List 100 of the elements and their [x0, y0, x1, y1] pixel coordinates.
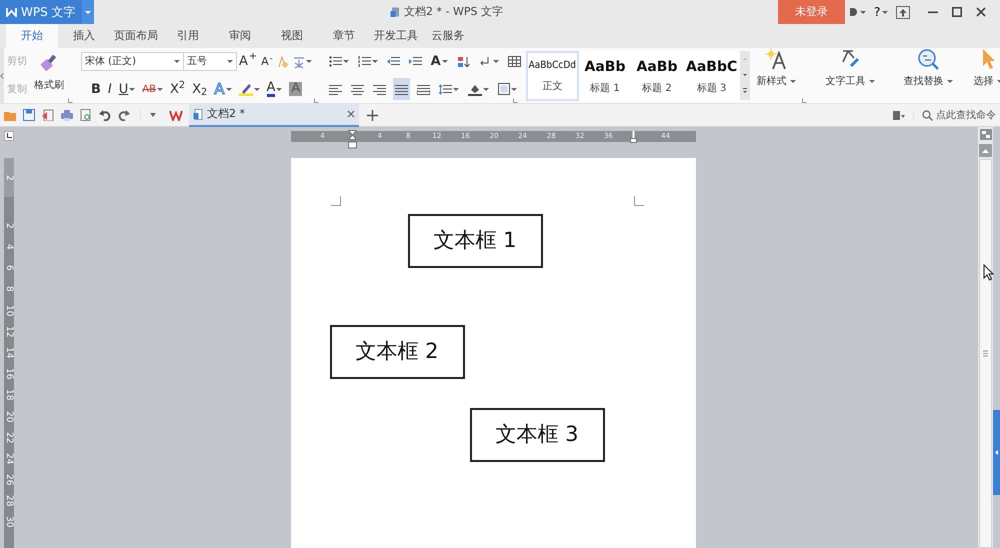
ruler-number: 20 [4, 410, 14, 424]
ribbon-button[interactable]: 查找替换 [893, 48, 964, 103]
split-view-button[interactable] [980, 129, 992, 140]
command-search-field[interactable]: 点此查找命令 [918, 108, 1000, 122]
print-preview-button[interactable] [80, 109, 92, 121]
close-icon[interactable] [347, 110, 355, 118]
ruler-number: 26 [4, 473, 14, 488]
grip-icon [983, 350, 988, 357]
font-size-field[interactable]: 五号 [184, 52, 237, 72]
eraser-icon [276, 54, 289, 69]
corner-mark [330, 196, 340, 206]
menu-tab[interactable]: 开发工具 [370, 24, 422, 48]
text-box[interactable]: 文本框 2 [330, 325, 464, 379]
indent-icon [408, 56, 422, 68]
font-size-button[interactable]: A$^{-}$ [259, 50, 275, 73]
ruler-number: 22 [4, 430, 14, 446]
ruler-number: 16 [4, 367, 14, 382]
sort-icon [456, 56, 470, 68]
ribbon-button[interactable]: 文字工具 [815, 48, 886, 103]
line-spacing-icon [438, 84, 452, 95]
ruler-number: 10 [4, 304, 14, 318]
ruler-number: 2 [4, 174, 14, 182]
export-button[interactable] [42, 109, 54, 121]
format-painter-button[interactable]: 格式刷 [30, 48, 68, 103]
undo-button[interactable] [99, 109, 111, 121]
dialog-launcher-icon [68, 98, 73, 103]
outdent-icon [386, 56, 400, 68]
menu-tab[interactable]: 审阅 [214, 24, 266, 48]
paint-bucket-icon [468, 82, 482, 96]
ribbon-button[interactable]: 选择 [963, 48, 1000, 103]
new-tab-button[interactable] [367, 110, 378, 120]
underline-button[interactable]: U [116, 78, 138, 100]
tab-stop-button[interactable] [4, 131, 14, 141]
ruler-number: 2 [4, 222, 14, 230]
ruler-number: 30 [4, 515, 14, 530]
superscript-button[interactable]: X$^{2}$ [168, 78, 188, 100]
ruler-number: 28 [4, 494, 14, 509]
ruler-number: 14 [4, 346, 14, 360]
print-preview-icon [80, 109, 92, 121]
menu-tab[interactable]: 开始 [6, 24, 58, 48]
italic-button[interactable]: I [106, 78, 114, 100]
document-tab[interactable]: 文档2 * [189, 104, 359, 126]
indent-marker-icon[interactable] [348, 130, 356, 149]
indent-marker-icon[interactable] [630, 131, 636, 143]
ribbon-button[interactable]: 新样式 [750, 48, 802, 103]
document-icon [390, 6, 400, 18]
app-menu-button[interactable]: WPS 文字 [0, 0, 82, 24]
skin-button[interactable] [849, 7, 866, 17]
menu-tab[interactable]: 引用 [162, 24, 214, 48]
align-center-icon [350, 84, 364, 95]
subscript-button[interactable]: X$_{2}$ [190, 78, 210, 100]
redo-icon [118, 109, 130, 121]
align-right-icon [372, 84, 386, 95]
menu-tab[interactable]: 云服务 [422, 24, 474, 48]
dialog-launcher-icon [512, 98, 518, 103]
undo-icon [99, 109, 111, 121]
phonetic-icon [292, 54, 305, 69]
scroll-up-button[interactable] [979, 144, 992, 157]
panel-toggle-button[interactable] [893, 110, 905, 120]
font-size-button[interactable]: A$^{+}$ [237, 50, 260, 73]
print-button[interactable] [61, 109, 73, 121]
save-button[interactable] [23, 109, 35, 121]
menu-tab[interactable]: 页面布局 [110, 24, 162, 48]
ruler-number: 12 [4, 324, 14, 340]
numbered-list-icon [358, 56, 371, 68]
text-box[interactable]: 文本框 3 [470, 408, 604, 462]
text-box[interactable]: 文本框 1 [408, 214, 542, 268]
menu-tab[interactable]: 视图 [266, 24, 318, 48]
wps-home-button[interactable] [169, 110, 183, 120]
justify-icon [394, 84, 408, 95]
strikethrough-button[interactable]: AB [140, 78, 165, 100]
logo-icon [6, 7, 17, 17]
ruler-number: 24 [4, 452, 14, 466]
font-name-field[interactable]: 宋体 (正文) [81, 52, 184, 72]
maximize-icon[interactable] [952, 7, 962, 17]
find-replace-icon [917, 48, 940, 70]
dialog-launcher-icon [802, 98, 808, 103]
upload-icon[interactable] [896, 6, 910, 18]
help-button[interactable]: ? [874, 3, 888, 21]
font-color-button[interactable]: A [264, 78, 284, 100]
menu-tab[interactable]: 插入 [58, 24, 110, 48]
ruler-number: 4 [4, 242, 14, 252]
scrollbar-thumb[interactable] [979, 159, 992, 548]
dialog-launcher-icon [314, 98, 319, 103]
style-option[interactable]: AaBbCcDd 正文 [526, 50, 580, 100]
table-icon [508, 56, 521, 68]
close-icon[interactable] [976, 7, 986, 17]
export-icon [42, 109, 54, 121]
change-case-button[interactable]: A [428, 50, 450, 73]
redo-button[interactable] [118, 109, 130, 121]
wps-logo-icon [169, 110, 183, 120]
triangle-up-icon [982, 148, 989, 152]
panel-icon [893, 110, 905, 120]
menu-tab[interactable]: 章节 [318, 24, 370, 48]
triangle-left-icon [995, 450, 998, 455]
side-panel-handle[interactable] [993, 410, 1000, 495]
dropdown-button[interactable] [82, 0, 94, 24]
justify-button[interactable] [392, 78, 410, 100]
corner-mark [634, 196, 644, 206]
bold-button[interactable]: B [89, 78, 103, 100]
